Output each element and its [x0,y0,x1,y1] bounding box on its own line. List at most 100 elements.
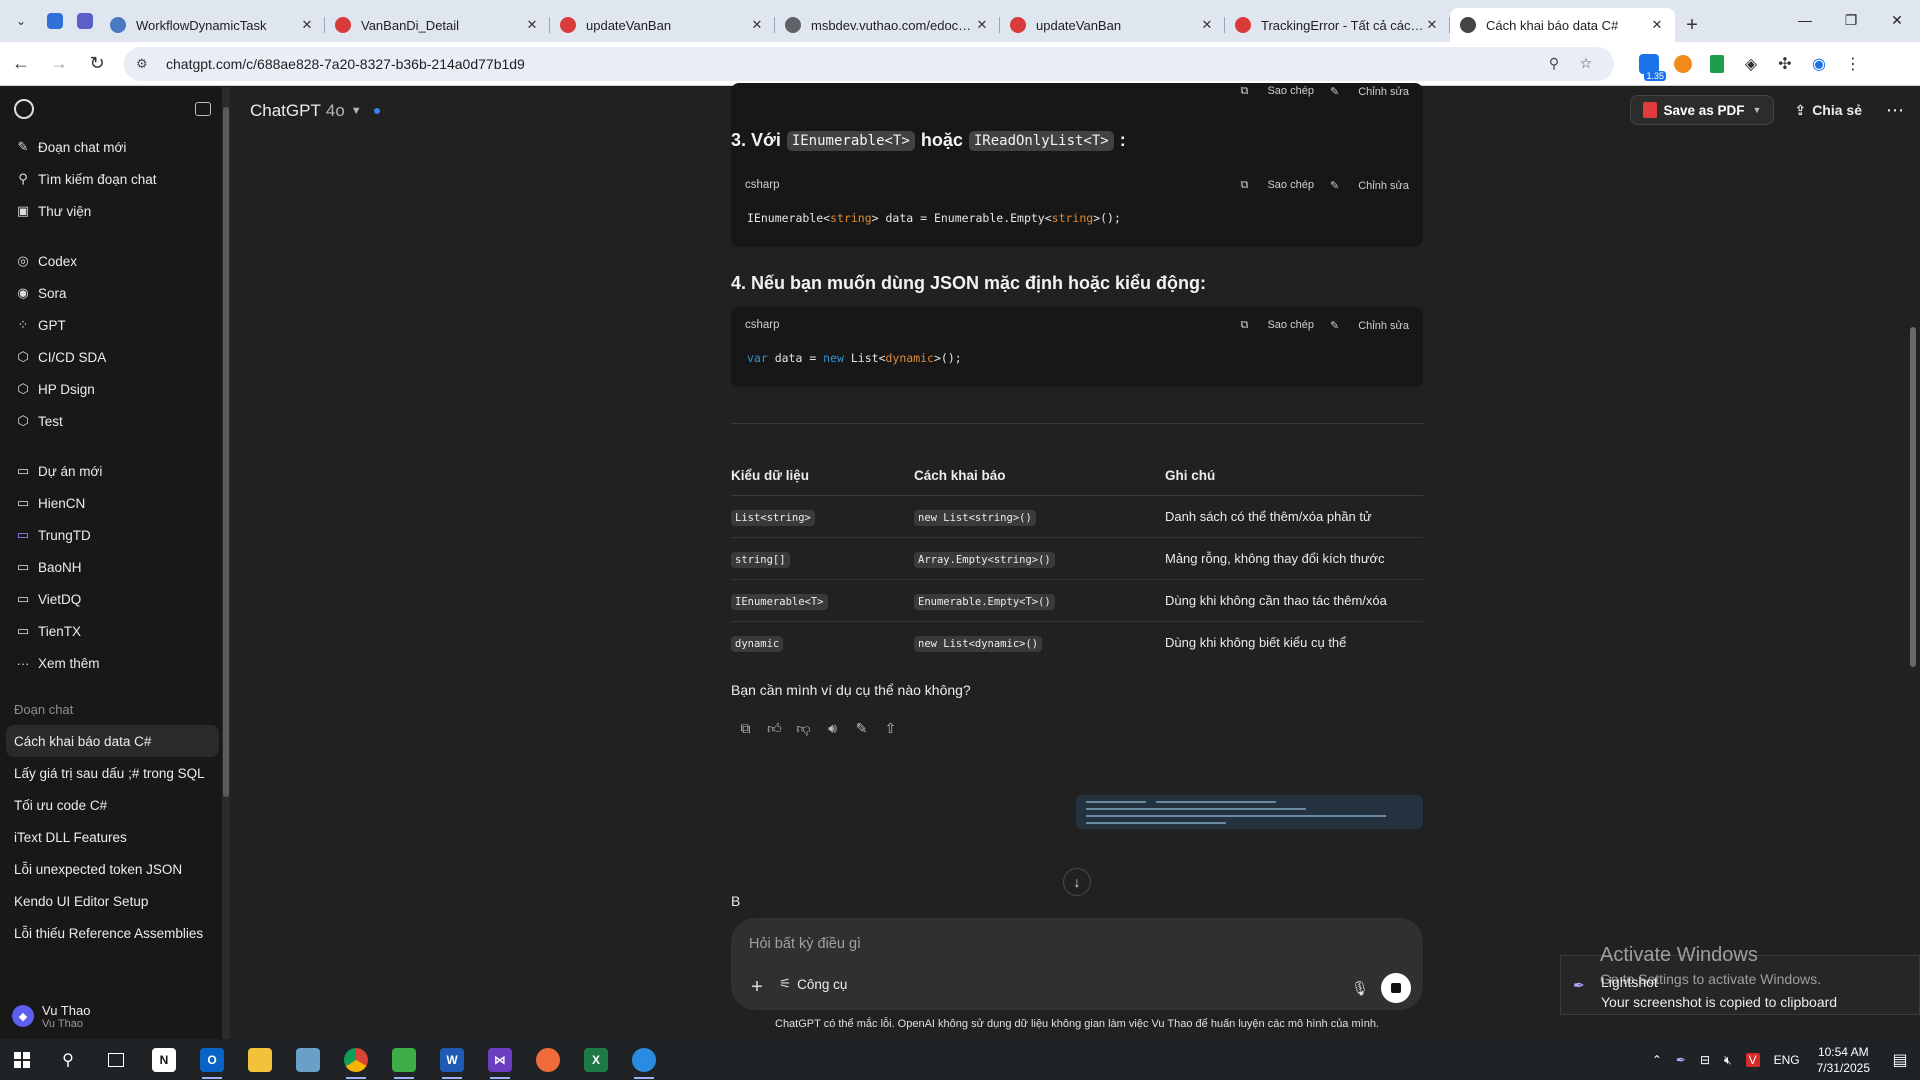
main-scrollbar[interactable] [1906,87,1920,1039]
user-profile[interactable]: ◆ Vu Thao Vu Thao [0,993,225,1039]
zoom-icon[interactable]: ⚲ [1538,55,1570,72]
postman-app-icon[interactable] [524,1040,572,1080]
save-as-pdf-button[interactable]: Save as PDF ▼ [1630,95,1775,125]
browser-tab-active[interactable]: Cách khai báo data C# ✕ [1450,8,1675,42]
attach-plus-icon[interactable]: + [743,973,771,1001]
share-button[interactable]: ⇪ Chia sẻ [1794,102,1862,119]
network-app-icon[interactable] [284,1040,332,1080]
chat-history-item-active[interactable]: Cách khai báo data C# [6,725,219,757]
openai-logo-icon[interactable] [14,99,34,119]
close-window-icon[interactable]: ✕ [1874,0,1920,40]
chrome-app-icon[interactable] [332,1040,380,1080]
sidebar-item-project[interactable]: ▭ TienTX [0,615,225,647]
chat-history-item[interactable]: iText DLL Features [0,821,225,853]
back-arrow-icon[interactable]: ← [4,47,38,81]
vivaldi-tray-icon[interactable]: V [1745,1053,1760,1067]
thumbs-up-icon[interactable]: 👍︎ [760,715,789,741]
pinned-tab-1[interactable] [40,6,70,36]
chat-history-item[interactable]: Kendo UI Editor Setup [0,885,225,917]
extension-green-icon[interactable] [1700,47,1734,81]
sidebar-item-test[interactable]: ⬡ Test [0,405,225,437]
copy-code-button[interactable]: ⧉ Sao chép [1241,319,1314,332]
sidebar-item-cicd-sda[interactable]: ⬡ CI/CD SDA [0,341,225,373]
edit-pencil-icon[interactable]: ✎ [847,715,876,741]
tab-close-icon[interactable]: ✕ [524,17,540,33]
new-tab-button[interactable]: + [1675,8,1709,42]
microphone-icon[interactable]: 🎙︎ [1347,975,1373,1001]
edit-code-button[interactable]: ✎ Chỉnh sửa [1330,319,1409,332]
taskbar-search-icon[interactable]: ⚲ [44,1040,92,1080]
sidebar-item-project[interactable]: ▭ HienCN [0,487,225,519]
notion-app-icon[interactable]: N [140,1040,188,1080]
pinned-tab-2[interactable] [70,6,100,36]
tray-overflow-icon[interactable]: ⌃ [1652,1053,1662,1067]
sidebar-item-project[interactable]: ▭ VietDQ [0,583,225,615]
scroll-to-bottom-button[interactable]: ↓ [1063,868,1091,896]
browser-tab[interactable]: VanBanDi_Detail ✕ [325,8,550,42]
restore-icon[interactable]: ❐ [1828,0,1874,40]
reload-icon[interactable]: ↻ [80,47,114,81]
tab-close-icon[interactable]: ✕ [299,17,315,33]
edit-code-button[interactable]: ✎ Chỉnh sửa [1330,85,1409,98]
network-icon[interactable]: ⊟ [1700,1053,1710,1067]
thumbs-down-icon[interactable]: 👎︎ [789,715,818,741]
volume-muted-icon[interactable]: 🔇︎ [1724,1053,1732,1068]
sidebar-toggle-icon[interactable] [195,102,211,116]
chat-history-item[interactable]: Tối ưu code C# [0,789,225,821]
model-selector[interactable]: ChatGPT 4o ▼ [250,101,380,121]
tab-close-icon[interactable]: ✕ [1424,17,1440,33]
outlook-app-icon[interactable]: O [188,1040,236,1080]
clock[interactable]: 10:54 AM 7/31/2025 [1817,1044,1870,1076]
prompt-input[interactable] [749,932,1349,956]
sidebar-item-library[interactable]: ▣ Thư viện [0,195,225,227]
task-view-icon[interactable] [92,1040,140,1080]
share-icon[interactable]: ⇧ [876,715,905,741]
copy-code-button[interactable]: ⧉ Sao chép [1241,85,1314,98]
browser-tab[interactable]: WorkflowDynamicTask ✕ [100,8,325,42]
browser-menu-icon[interactable]: ⋮ [1836,47,1870,81]
profile-icon[interactable]: ◉ [1802,47,1836,81]
extension-badge-icon[interactable]: 1.35 [1632,47,1666,81]
stop-generating-button[interactable] [1381,973,1411,1003]
address-bar[interactable]: ⚙ chatgpt.com/c/688ae828-7a20-8327-b36b-… [124,46,1614,81]
sidebar-item-hp-dsign[interactable]: ⬡ HP Dsign [0,373,225,405]
sidebar-item-search[interactable]: ⚲ Tìm kiếm đoạn chat [0,163,225,195]
browser-tab[interactable]: updateVanBan ✕ [1000,8,1225,42]
browser-tab[interactable]: updateVanBan ✕ [550,8,775,42]
extensions-puzzle-icon[interactable]: ✣ [1768,47,1802,81]
browser-tab[interactable]: msbdev.vuthao.com/edoc/va ✕ [775,8,1000,42]
word-app-icon[interactable]: W [428,1040,476,1080]
extension-orange-icon[interactable] [1666,47,1700,81]
sidebar-item-new-chat[interactable]: ✎ Đoạn chat mới [0,131,225,163]
input-language[interactable]: ENG [1774,1053,1800,1067]
read-aloud-icon[interactable]: 🔊︎ [818,715,847,741]
site-info-icon[interactable]: ⚙ [136,56,160,72]
chat-history-item[interactable]: Lỗi thiếu Reference Assemblies [0,917,225,949]
attached-screenshot-thumbnail[interactable] [1076,795,1423,829]
forward-arrow-icon[interactable]: → [42,47,76,81]
browser-tab[interactable]: TrackingError - Tất cả các Kh ✕ [1225,8,1450,42]
copy-code-button[interactable]: ⧉ Sao chép [1241,179,1314,192]
sidebar-item-codex[interactable]: ◎ Codex [0,245,225,277]
sidebar-scrollbar[interactable] [222,87,230,1039]
sidebar-item-sora[interactable]: ◉ Sora [0,277,225,309]
chat-history-item[interactable]: Lấy giá trị sau dấu ;# trong SQL [0,757,225,789]
chat-app-icon[interactable] [620,1040,668,1080]
extension-shield-icon[interactable]: ◈ [1734,47,1768,81]
pen-icon[interactable]: ✒ [1676,1053,1686,1067]
copy-icon[interactable]: ⧉ [731,715,760,741]
tools-button[interactable]: ⚟ Công cụ [779,976,847,992]
excel-app-icon[interactable]: X [572,1040,620,1080]
sidebar-item-see-more[interactable]: ··· Xem thêm [0,647,225,679]
edit-code-button[interactable]: ✎ Chỉnh sửa [1330,179,1409,192]
chat-history-item[interactable]: Lỗi unexpected token JSON [0,853,225,885]
tab-close-icon[interactable]: ✕ [1649,17,1665,33]
tab-close-icon[interactable]: ✕ [974,17,990,33]
sidebar-item-gpt[interactable]: ⁘ GPT [0,309,225,341]
visual-studio-icon[interactable]: ⋈ [476,1040,524,1080]
file-explorer-icon[interactable] [236,1040,284,1080]
tab-close-icon[interactable]: ✕ [1199,17,1215,33]
url-text[interactable]: chatgpt.com/c/688ae828-7a20-8327-b36b-21… [166,56,1538,72]
notification-center-icon[interactable]: ▤ [1880,1050,1920,1070]
notepad-app-icon[interactable] [380,1040,428,1080]
